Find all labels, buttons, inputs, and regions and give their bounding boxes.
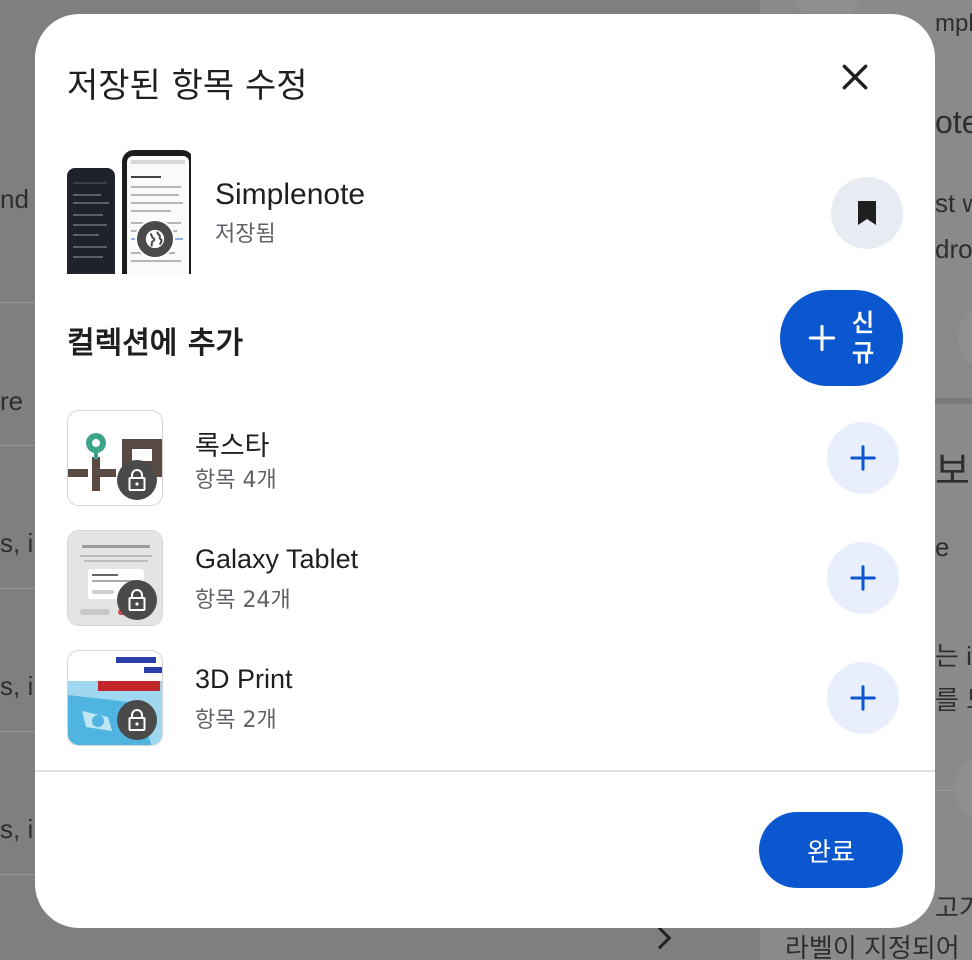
background-text: s, i xyxy=(0,814,34,844)
collection-item[interactable]: Galaxy Tablet 항목 24개 xyxy=(67,530,903,626)
lock-badge xyxy=(117,700,157,740)
collection-count: 항목 4개 xyxy=(195,468,277,493)
collections-section-title: 컬렉션에 추가 xyxy=(67,326,244,361)
phone-screenshot xyxy=(67,168,115,274)
background-text: 고가 xyxy=(935,893,972,923)
background-text: mple xyxy=(935,10,972,37)
plus-icon xyxy=(850,565,876,591)
saved-item-name: Simplenote xyxy=(215,178,366,211)
background-text: 를 도 xyxy=(935,685,972,715)
collection-name: 록스타 xyxy=(195,431,270,461)
background-text: 라벨이 지정되어 xyxy=(785,933,960,960)
background-text: droi xyxy=(935,234,972,264)
background-text: 는 i xyxy=(935,641,972,671)
background-text: s, i xyxy=(0,671,34,701)
lock-icon xyxy=(128,469,146,491)
lock-badge xyxy=(117,460,157,500)
bookmark-button[interactable] xyxy=(831,177,903,249)
background-text: st w xyxy=(935,188,972,218)
background-text: re xyxy=(0,386,24,416)
collection-count: 항목 24개 xyxy=(195,588,291,613)
done-button[interactable]: 완료 xyxy=(759,812,903,888)
bookmark-filled-icon xyxy=(858,201,876,225)
background-text: s, i xyxy=(0,528,34,558)
close-icon xyxy=(842,64,868,90)
plus-icon xyxy=(850,685,876,711)
globe-badge xyxy=(135,219,175,259)
collection-item[interactable]: 3D Print 항목 2개 xyxy=(67,650,903,746)
footer-divider xyxy=(35,770,935,772)
plus-icon xyxy=(808,324,836,352)
collection-count: 항목 2개 xyxy=(195,708,277,733)
collection-item[interactable]: 록스타 항목 4개 xyxy=(67,410,903,506)
plus-icon xyxy=(850,445,876,471)
background-text: 보 xyxy=(935,451,970,493)
collection-name: Galaxy Tablet xyxy=(195,544,359,574)
lock-badge xyxy=(117,580,157,620)
background-text: e xyxy=(935,532,950,562)
new-collection-label: 신규 xyxy=(851,309,875,367)
lock-icon xyxy=(128,589,146,611)
new-collection-button[interactable]: 신규 xyxy=(780,290,903,386)
close-button[interactable] xyxy=(825,52,885,102)
lock-icon xyxy=(128,709,146,731)
globe-icon xyxy=(145,229,165,249)
add-to-collection-button[interactable] xyxy=(827,422,899,494)
background-text: ote xyxy=(935,104,972,140)
collection-name: 3D Print xyxy=(195,664,293,694)
saved-item-status: 저장됨 xyxy=(215,222,276,247)
add-to-collection-button[interactable] xyxy=(827,662,899,734)
saved-item-thumbnail xyxy=(67,150,191,274)
dialog-title: 저장된 항목 수정 xyxy=(67,66,308,106)
edit-saved-item-dialog: 저장된 항목 수정 Simplenote 저장됨 컬렉션에 추가 신규 록스타 … xyxy=(35,14,935,928)
add-to-collection-button[interactable] xyxy=(827,542,899,614)
